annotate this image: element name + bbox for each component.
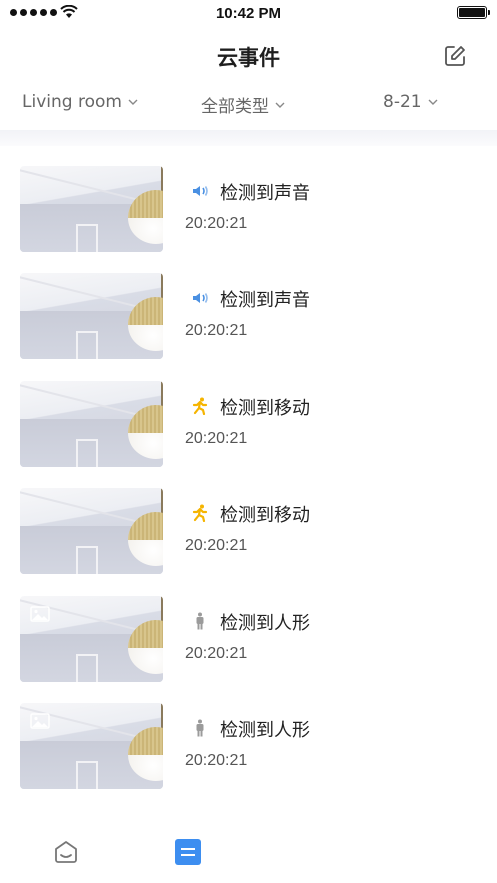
- events-icon[interactable]: [174, 838, 202, 866]
- page-title: 云事件: [217, 46, 280, 70]
- chevron-down-icon: [128, 99, 138, 105]
- event-list: 检测到声音 20:20:21 检测到声音 20:20:21 检测到移动 20:20:21 检…: [0, 166, 497, 810]
- image-placeholder-icon: [30, 605, 50, 622]
- event-list-item[interactable]: 检测到移动 20:20:21: [0, 380, 497, 488]
- event-time: 20:20:21: [185, 537, 248, 555]
- status-time: 10:42 PM: [215, 5, 282, 22]
- event-thumbnail[interactable]: [20, 166, 163, 252]
- status-bar: 10:42 PM: [0, 0, 497, 26]
- event-time: 20:20:21: [185, 644, 248, 662]
- battery-icon: [457, 6, 490, 19]
- event-title: 检测到人形: [220, 612, 310, 634]
- type-filter-label: 全部类型: [201, 97, 269, 117]
- chevron-down-icon: [428, 99, 438, 105]
- sound-icon: [191, 182, 209, 200]
- event-time: 20:20:21: [185, 322, 248, 340]
- tab-bar: [0, 826, 497, 883]
- date-filter-label: 8-21: [383, 92, 422, 112]
- chevron-down-icon: [275, 102, 285, 108]
- section-divider: [0, 130, 497, 146]
- event-list-item[interactable]: 检测到声音 20:20:21: [0, 273, 497, 380]
- event-thumbnail[interactable]: [20, 595, 163, 682]
- room-filter-label: Living room: [22, 92, 122, 112]
- event-thumbnail[interactable]: [20, 273, 163, 360]
- person-icon: [191, 612, 209, 630]
- date-filter[interactable]: 8-21: [383, 92, 438, 112]
- person-icon: [191, 719, 209, 737]
- event-list-item[interactable]: 检测到声音 20:20:21: [0, 166, 497, 273]
- filter-bar: Living room 全部类型 8-21: [0, 88, 497, 120]
- type-filter[interactable]: 全部类型: [201, 92, 285, 117]
- event-title: 检测到人形: [220, 719, 310, 741]
- event-thumbnail[interactable]: [20, 380, 163, 467]
- image-placeholder-icon: [30, 713, 50, 729]
- event-list-item[interactable]: 检测到移动 20:20:21: [0, 488, 497, 595]
- room-filter[interactable]: Living room: [22, 92, 138, 112]
- sound-icon: [191, 289, 209, 307]
- home-icon[interactable]: [52, 838, 80, 866]
- event-title: 检测到移动: [220, 397, 310, 419]
- event-time: 20:20:21: [185, 429, 248, 447]
- event-time: 20:20:21: [185, 751, 248, 769]
- event-list-item[interactable]: 检测到人形 20:20:21: [0, 595, 497, 703]
- nav-header: 云事件: [0, 38, 497, 74]
- event-list-item[interactable]: 检测到人形 20:20:21: [0, 702, 497, 810]
- motion-icon: [191, 504, 209, 523]
- edit-icon[interactable]: [443, 44, 467, 68]
- event-title: 检测到声音: [220, 183, 310, 204]
- event-title: 检测到移动: [220, 505, 310, 527]
- event-thumbnail[interactable]: [20, 488, 163, 575]
- event-title: 检测到声音: [220, 290, 310, 312]
- event-thumbnail[interactable]: [20, 702, 163, 789]
- motion-icon: [191, 397, 209, 415]
- event-time: 20:20:21: [185, 215, 248, 232]
